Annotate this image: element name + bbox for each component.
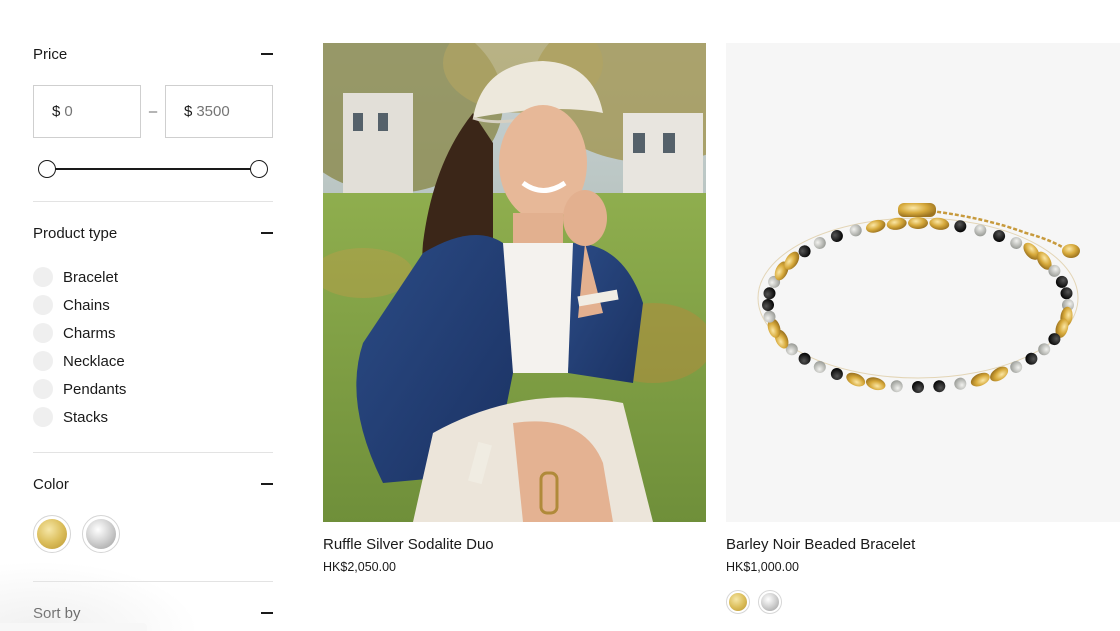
bead [890, 380, 903, 393]
price-min-field[interactable]: $ [33, 85, 141, 138]
product-type-option-necklace[interactable]: Necklace [33, 347, 126, 375]
collapse-minus-icon[interactable] [261, 53, 273, 55]
product-image-bracelet[interactable] [726, 43, 1120, 522]
bead [954, 377, 967, 390]
product-price: HK$1,000.00 [726, 560, 799, 574]
bead [830, 230, 843, 242]
bead [974, 224, 987, 237]
bead [993, 230, 1006, 242]
bead [849, 224, 862, 237]
option-label: Necklace [63, 352, 125, 370]
bead [908, 217, 928, 229]
color-swatches [33, 515, 120, 553]
slider-max-handle[interactable] [250, 160, 268, 178]
sort-by-header[interactable]: Sort by [33, 602, 273, 624]
slider-track [47, 168, 259, 170]
price-range-inputs: $ – $ [33, 85, 273, 138]
section-divider [33, 452, 273, 453]
bead [865, 377, 886, 391]
product-name[interactable]: Ruffle Silver Sodalite Duo [323, 536, 706, 553]
product-type-option-bracelet[interactable]: Bracelet [33, 263, 126, 291]
product-name[interactable]: Barley Noir Beaded Bracelet [726, 536, 1120, 553]
model-photo-icon [323, 43, 706, 522]
bead [813, 361, 826, 374]
price-filter-title: Price [33, 45, 68, 63]
product-type-options: Bracelet Chains Charms Necklace Pendants… [33, 263, 126, 431]
product-swatch-silver[interactable] [758, 590, 782, 614]
bead [1025, 352, 1038, 365]
color-filter-header[interactable]: Color [33, 473, 273, 495]
section-divider [33, 201, 273, 202]
product-type-filter-title: Product type [33, 224, 118, 242]
product-type-filter-header[interactable]: Product type [33, 222, 273, 244]
price-range-slider[interactable] [38, 159, 268, 179]
floating-widget-edge[interactable] [0, 623, 147, 631]
collapse-minus-icon[interactable] [261, 232, 273, 234]
silver-swatch-icon [86, 519, 116, 549]
collapse-minus-icon[interactable] [261, 483, 273, 485]
section-divider [33, 581, 273, 582]
product-card[interactable]: Ruffle Silver Sodalite Duo HK$2,050.00 [323, 43, 706, 574]
currency-symbol: $ [52, 103, 61, 120]
product-swatch-gold[interactable] [726, 590, 750, 614]
bead [1055, 275, 1068, 288]
bead [954, 220, 967, 233]
option-label: Stacks [63, 408, 109, 426]
collapse-minus-icon[interactable] [261, 612, 273, 614]
product-image-lifestyle[interactable] [323, 43, 706, 522]
product-color-swatches [726, 590, 1120, 614]
radio-button[interactable] [33, 351, 53, 371]
bead [798, 352, 811, 365]
slider-min-handle[interactable] [38, 160, 56, 178]
product-type-option-pendants[interactable]: Pendants [33, 375, 126, 403]
silver-swatch-icon [761, 593, 779, 611]
color-swatch-silver[interactable] [82, 515, 120, 553]
option-label: Pendants [63, 380, 127, 398]
bead [762, 299, 774, 311]
bead [1010, 361, 1023, 373]
gold-swatch-icon [729, 593, 747, 611]
product-price: HK$2,050.00 [323, 560, 396, 574]
bead [1060, 287, 1073, 300]
product-listing-page: Price $ – $ Product type [0, 0, 1120, 631]
price-filter-header[interactable]: Price [33, 43, 273, 65]
color-swatch-gold[interactable] [33, 515, 71, 553]
price-max-input[interactable] [196, 103, 257, 120]
radio-button[interactable] [33, 295, 53, 315]
bead [933, 380, 946, 393]
bead [912, 381, 924, 393]
sort-by-title: Sort by [33, 604, 81, 622]
price-max-field[interactable]: $ [165, 85, 273, 138]
bracelet-photo-icon [757, 203, 1080, 393]
color-filter-title: Color [33, 475, 69, 493]
product-card[interactable]: Barley Noir Beaded Bracelet HK$1,000.00 [726, 43, 1120, 614]
currency-symbol: $ [184, 103, 193, 120]
option-label: Chains [63, 296, 110, 314]
product-type-option-stacks[interactable]: Stacks [33, 403, 126, 431]
radio-button[interactable] [33, 323, 53, 343]
product-type-option-charms[interactable]: Charms [33, 319, 126, 347]
price-min-input[interactable] [64, 103, 125, 120]
product-type-option-chains[interactable]: Chains [33, 291, 126, 319]
bead [763, 287, 776, 300]
radio-button[interactable] [33, 407, 53, 427]
gold-swatch-icon [37, 519, 67, 549]
option-label: Charms [63, 324, 116, 342]
option-label: Bracelet [63, 268, 119, 286]
radio-button[interactable] [33, 379, 53, 399]
price-range-separator: – [148, 103, 158, 120]
radio-button[interactable] [33, 267, 53, 287]
